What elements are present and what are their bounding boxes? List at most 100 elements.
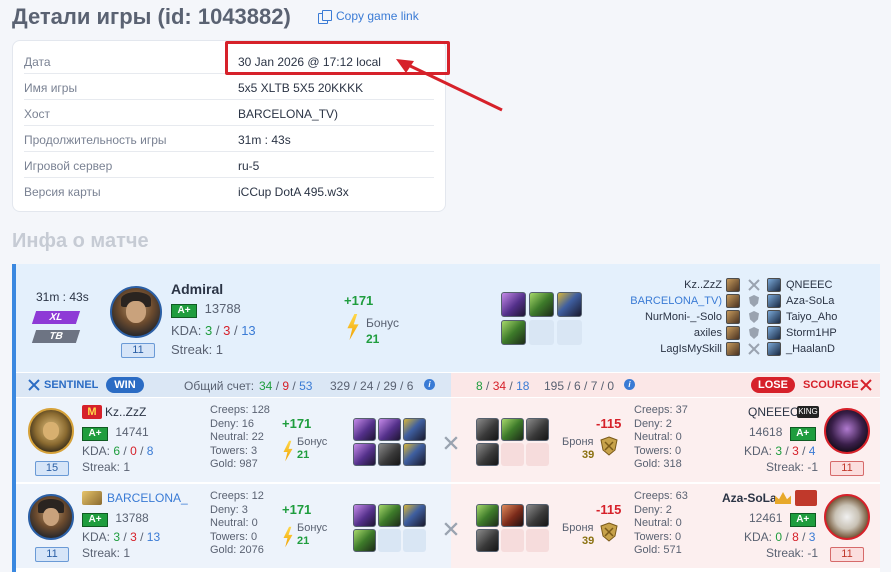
- item-slot[interactable]: [526, 504, 549, 527]
- rank-badge: A+: [171, 304, 197, 318]
- lose-badge: LOSE: [751, 377, 795, 393]
- copy-game-link[interactable]: Copy game link: [318, 9, 419, 24]
- player-level-badge: 15: [35, 461, 69, 476]
- bonus-value: 21: [297, 449, 310, 461]
- item-slot-empty: [501, 529, 524, 552]
- item-slot[interactable]: [476, 529, 499, 552]
- item-slot[interactable]: [403, 418, 426, 441]
- enemy-rating: 14618: [749, 425, 783, 439]
- item-slot[interactable]: [501, 504, 524, 527]
- page-title: Детали игры (id: 1043882): [12, 4, 291, 29]
- item-slot[interactable]: [501, 320, 526, 345]
- rank-badge: A+: [789, 513, 816, 527]
- hero-icon: [726, 310, 740, 324]
- matchup-left-player[interactable]: Kz..ZzZ: [684, 279, 722, 291]
- player-streak: Streak: 1: [82, 546, 131, 560]
- player-rating: 14741: [115, 425, 149, 439]
- versus-swords-icon: [444, 522, 458, 536]
- info-icon[interactable]: i: [424, 379, 435, 390]
- match-summary: 31m : 43s XL TB 11 Admiral A+ 13788 KDA:…: [16, 264, 880, 372]
- enemy-kda: KDA: 0 / 8 / 3: [744, 530, 816, 544]
- enemy-name[interactable]: QNEEEC: [748, 405, 799, 419]
- mode-badge-tb: TB: [31, 330, 81, 343]
- item-slot[interactable]: [353, 529, 376, 552]
- shield-icon: [749, 295, 759, 307]
- bonus-value: 21: [366, 332, 380, 346]
- rating-loss: -115: [596, 502, 622, 517]
- scourge-swords-icon: [860, 379, 872, 391]
- item-slot[interactable]: [476, 443, 499, 466]
- sentinel-swords-icon: [28, 379, 40, 391]
- item-slot[interactable]: [353, 443, 376, 466]
- rating-loss: -115: [596, 416, 622, 431]
- armor-value: 39: [582, 449, 595, 461]
- sentinel-label: SENTINEL: [44, 379, 99, 391]
- bonus-value: 21: [297, 535, 310, 547]
- armor-shield-icon: [600, 522, 618, 542]
- enemy-name[interactable]: Aza-SoLa: [722, 491, 777, 505]
- item-slot[interactable]: [403, 443, 426, 466]
- hero-icon: [767, 294, 781, 308]
- scourge-score: 8 / 34 / 18: [476, 379, 530, 393]
- matchup-left-player[interactable]: BARCELONA_TV): [630, 295, 722, 307]
- annotation-arrow: [396, 59, 503, 112]
- matchup-right-player[interactable]: Aza-SoLa: [786, 295, 834, 307]
- detail-key: Игровой сервер: [24, 159, 113, 173]
- armor-value: 39: [582, 535, 595, 547]
- swords-icon: [748, 279, 760, 291]
- item-slot[interactable]: [557, 292, 582, 317]
- score-label: Общий счет:: [184, 379, 255, 393]
- item-slot[interactable]: [353, 504, 376, 527]
- enemy-level-badge: 11: [830, 547, 864, 562]
- clan-logo: [795, 490, 817, 506]
- item-slot[interactable]: [378, 504, 401, 527]
- player-row: 15 M Kz..ZzZ A+ 14741 KDA: 6 / 0 / 8 Str…: [16, 398, 880, 482]
- player-name[interactable]: BARCELONA_: [107, 491, 188, 505]
- item-slot-empty: [526, 443, 549, 466]
- detail-value: iCCup DotA 495.w3x: [238, 185, 349, 199]
- item-slot[interactable]: [378, 443, 401, 466]
- bonus-label: Бонус: [366, 316, 400, 330]
- player-avatar[interactable]: [28, 494, 74, 540]
- armor-shield-icon: [600, 436, 618, 456]
- team-score-bar: SENTINEL WIN Общий счет: 34 / 9 / 53 329…: [16, 373, 880, 397]
- item-slot[interactable]: [529, 292, 554, 317]
- flag-icon: [82, 491, 102, 505]
- item-slot[interactable]: [526, 418, 549, 441]
- item-slot[interactable]: [476, 504, 499, 527]
- item-slot-empty: [378, 529, 401, 552]
- item-slot[interactable]: [501, 292, 526, 317]
- hero-icon: [726, 342, 740, 356]
- player-stats: Creeps: 128 Deny: 16 Neutral: 22 Towers: 3G…: [210, 404, 270, 470]
- hero-icon: [726, 278, 740, 292]
- detail-key: Дата: [24, 55, 51, 69]
- player-avatar[interactable]: [28, 408, 74, 454]
- hero-icon: [767, 342, 781, 356]
- matchup-right-player[interactable]: Storm1HP: [786, 327, 837, 339]
- versus-swords-icon: [444, 436, 458, 450]
- player-avatar[interactable]: [110, 286, 162, 338]
- enemy-avatar[interactable]: [824, 494, 870, 540]
- player-kda: KDA: 6 / 0 / 8: [82, 444, 154, 458]
- info-icon[interactable]: i: [624, 379, 635, 390]
- player-name[interactable]: Kz..ZzZ: [105, 405, 146, 419]
- detail-row-map: Версия карты iCCup DotA 495.w3x: [24, 178, 434, 204]
- enemy-avatar[interactable]: [824, 408, 870, 454]
- item-slot[interactable]: [501, 418, 524, 441]
- rating-gain: +171: [282, 416, 312, 431]
- enemy-rating: 12461: [749, 511, 783, 525]
- matchup-left-player[interactable]: axiles: [694, 327, 722, 339]
- matchup-left-player[interactable]: LagIsMySkill: [660, 343, 722, 355]
- matchup-right-player[interactable]: Taiyo_Aho: [786, 311, 837, 323]
- matchup-left-player[interactable]: NurMoni-_-Solo: [645, 311, 722, 323]
- player-level-badge: 11: [121, 343, 155, 358]
- matchup-right-player[interactable]: QNEEEC: [786, 279, 832, 291]
- item-slot[interactable]: [378, 418, 401, 441]
- item-slot[interactable]: [476, 418, 499, 441]
- player-name[interactable]: Admiral: [171, 281, 223, 297]
- matchup-right-player[interactable]: _HaalanD: [786, 343, 835, 355]
- enemy-level-badge: 11: [830, 461, 864, 476]
- player-level-badge: 11: [35, 547, 69, 562]
- item-slot[interactable]: [403, 504, 426, 527]
- item-slot[interactable]: [353, 418, 376, 441]
